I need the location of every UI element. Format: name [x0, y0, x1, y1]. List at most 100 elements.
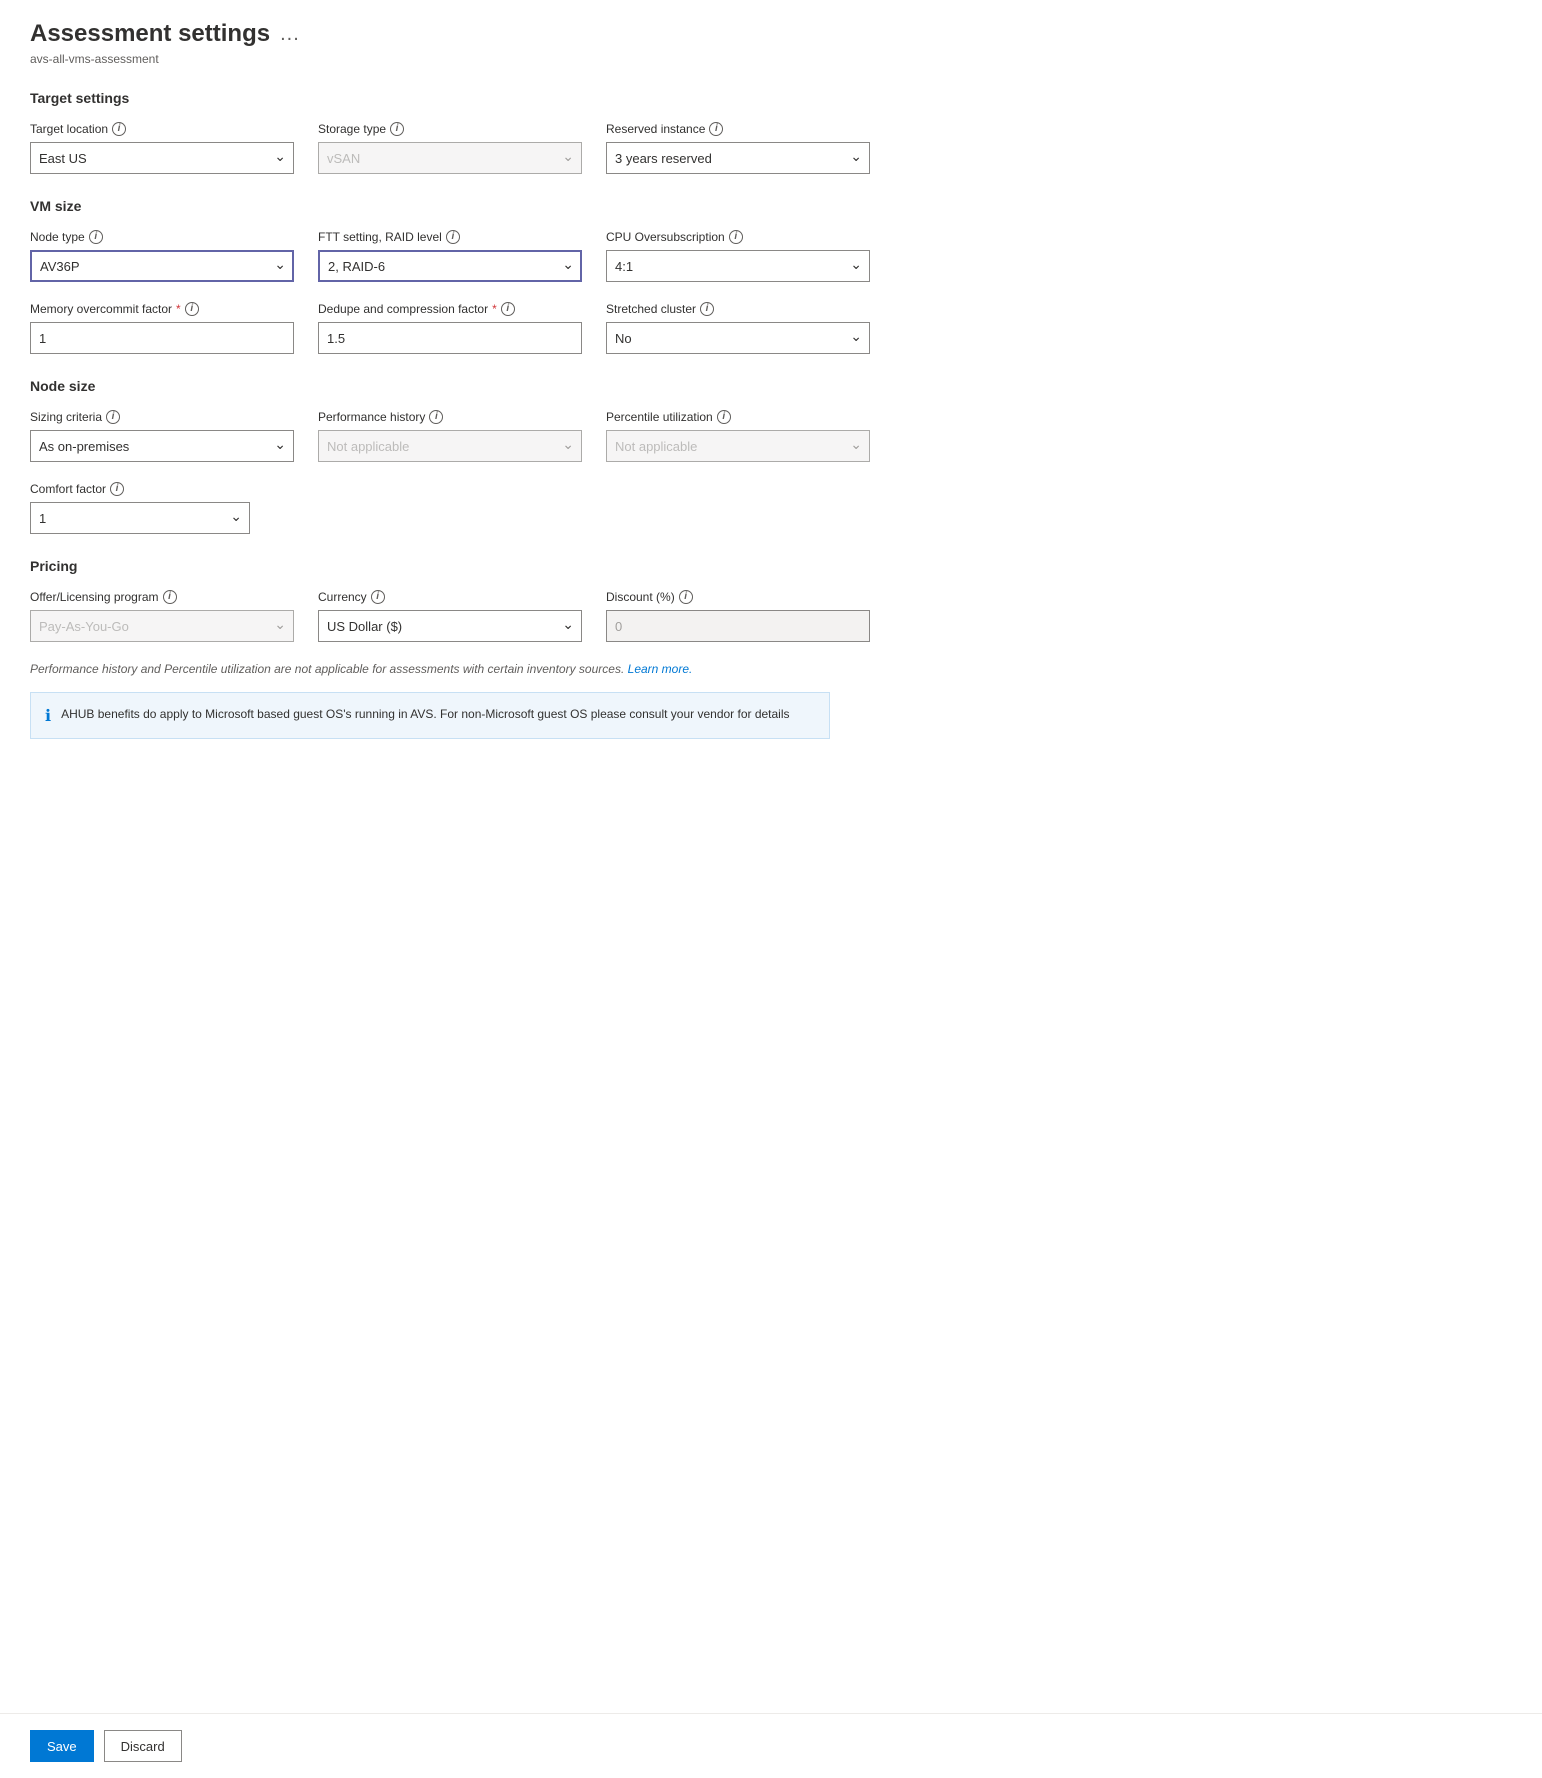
info-banner: ℹ AHUB benefits do apply to Microsoft ba… [30, 692, 830, 739]
info-icon-performance-history[interactable]: i [429, 410, 443, 424]
info-icon-percentile-utilization[interactable]: i [717, 410, 731, 424]
pricing-row: Offer/Licensing program i Pay-As-You-Go … [30, 590, 870, 642]
form-group-offer-licensing: Offer/Licensing program i Pay-As-You-Go [30, 590, 294, 642]
select-performance-history: Not applicable [318, 430, 582, 462]
label-target-location: Target location i [30, 122, 294, 136]
select-percentile-utilization: Not applicable [606, 430, 870, 462]
form-group-performance-history: Performance history i Not applicable [318, 410, 582, 462]
select-ftt-setting[interactable]: 1, RAID-1 1, RAID-5 2, RAID-1 2, RAID-6 [318, 250, 582, 282]
form-group-reserved-instance: Reserved instance i None 1 year reserved… [606, 122, 870, 174]
info-banner-icon: ℹ [45, 706, 51, 726]
form-group-node-type: Node type i AV36P AV36 AV52 [30, 230, 294, 282]
select-stretched-cluster[interactable]: No Yes [606, 322, 870, 354]
node-size-row1: Sizing criteria i As on-premises Perform… [30, 410, 870, 462]
discount-input [606, 610, 870, 642]
label-currency: Currency i [318, 590, 582, 604]
info-banner-text: AHUB benefits do apply to Microsoft base… [61, 705, 789, 723]
page-subtitle: avs-all-vms-assessment [30, 52, 870, 66]
info-icon-discount[interactable]: i [679, 590, 693, 604]
info-icon-cpu-oversubscription[interactable]: i [729, 230, 743, 244]
info-icon-node-type[interactable]: i [89, 230, 103, 244]
label-reserved-instance: Reserved instance i [606, 122, 870, 136]
reserved-instance-select[interactable]: None 1 year reserved 3 years reserved [606, 142, 870, 174]
form-group-stretched-cluster: Stretched cluster i No Yes [606, 302, 870, 354]
select-comfort-factor[interactable]: 1 1.1 1.2 1.3 1.5 2 [30, 502, 250, 534]
select-sizing-criteria[interactable]: As on-premises Performance-based [30, 430, 294, 462]
cpu-oversubscription-select[interactable]: 2:1 4:1 6:1 8:1 [606, 250, 870, 282]
more-options-icon[interactable]: ... [280, 23, 300, 46]
section-node-size: Node size [30, 378, 870, 394]
stretched-cluster-select[interactable]: No Yes [606, 322, 870, 354]
required-star-dedupe: * [492, 302, 497, 316]
form-group-spacer2 [584, 482, 870, 534]
section-pricing: Pricing [30, 558, 870, 574]
percentile-utilization-select: Not applicable [606, 430, 870, 462]
info-icon-stretched-cluster[interactable]: i [700, 302, 714, 316]
learn-more-link[interactable]: Learn more. [628, 662, 693, 676]
info-icon-sizing-criteria[interactable]: i [106, 410, 120, 424]
currency-select[interactable]: US Dollar ($) Euro (€) British Pound (£) [318, 610, 582, 642]
label-cpu-oversubscription: CPU Oversubscription i [606, 230, 870, 244]
form-group-storage-type: Storage type i vSAN [318, 122, 582, 174]
info-icon-reserved-instance[interactable]: i [709, 122, 723, 136]
form-group-spacer [274, 482, 560, 534]
section-vm-size: VM size [30, 198, 870, 214]
label-node-type: Node type i [30, 230, 294, 244]
comfort-factor-select[interactable]: 1 1.1 1.2 1.3 1.5 2 [30, 502, 250, 534]
label-offer-licensing: Offer/Licensing program i [30, 590, 294, 604]
info-icon-ftt-setting[interactable]: i [446, 230, 460, 244]
label-comfort-factor: Comfort factor i [30, 482, 250, 496]
label-percentile-utilization: Percentile utilization i [606, 410, 870, 424]
select-storage-type: vSAN [318, 142, 582, 174]
form-group-ftt-setting: FTT setting, RAID level i 1, RAID-1 1, R… [318, 230, 582, 282]
info-icon-comfort-factor[interactable]: i [110, 482, 124, 496]
form-group-sizing-criteria: Sizing criteria i As on-premises Perform… [30, 410, 294, 462]
required-star-memory: * [176, 302, 181, 316]
target-settings-row: Target location i East US East US 2 West… [30, 122, 870, 174]
label-storage-type: Storage type i [318, 122, 582, 136]
info-icon-dedupe-compression[interactable]: i [501, 302, 515, 316]
label-performance-history: Performance history i [318, 410, 582, 424]
select-target-location[interactable]: East US East US 2 West US West US 2 [30, 142, 294, 174]
node-size-row2: Comfort factor i 1 1.1 1.2 1.3 1.5 2 [30, 482, 870, 534]
info-icon-currency[interactable]: i [371, 590, 385, 604]
select-node-type[interactable]: AV36P AV36 AV52 [30, 250, 294, 282]
label-stretched-cluster: Stretched cluster i [606, 302, 870, 316]
form-group-memory-overcommit: Memory overcommit factor * i [30, 302, 294, 354]
section-target-settings: Target settings [30, 90, 870, 106]
node-type-select[interactable]: AV36P AV36 AV52 [30, 250, 294, 282]
label-memory-overcommit: Memory overcommit factor * i [30, 302, 294, 316]
label-discount: Discount (%) i [606, 590, 870, 604]
select-reserved-instance[interactable]: None 1 year reserved 3 years reserved [606, 142, 870, 174]
save-button[interactable]: Save [30, 1730, 94, 1762]
memory-overcommit-input[interactable] [30, 322, 294, 354]
offer-licensing-select: Pay-As-You-Go [30, 610, 294, 642]
sizing-criteria-select[interactable]: As on-premises Performance-based [30, 430, 294, 462]
dedupe-compression-input[interactable] [318, 322, 582, 354]
ftt-setting-select[interactable]: 1, RAID-1 1, RAID-5 2, RAID-1 2, RAID-6 [318, 250, 582, 282]
form-group-dedupe-compression: Dedupe and compression factor * i [318, 302, 582, 354]
vm-size-row1: Node type i AV36P AV36 AV52 FTT setting,… [30, 230, 870, 282]
form-group-cpu-oversubscription: CPU Oversubscription i 2:1 4:1 6:1 8:1 [606, 230, 870, 282]
select-offer-licensing: Pay-As-You-Go [30, 610, 294, 642]
footer: Save Discard [0, 1713, 1542, 1778]
select-cpu-oversubscription[interactable]: 2:1 4:1 6:1 8:1 [606, 250, 870, 282]
target-location-select[interactable]: East US East US 2 West US West US 2 [30, 142, 294, 174]
storage-type-select: vSAN [318, 142, 582, 174]
footnote-text: Performance history and Percentile utili… [30, 662, 810, 676]
label-ftt-setting: FTT setting, RAID level i [318, 230, 582, 244]
label-sizing-criteria: Sizing criteria i [30, 410, 294, 424]
form-group-currency: Currency i US Dollar ($) Euro (€) Britis… [318, 590, 582, 642]
label-dedupe-compression: Dedupe and compression factor * i [318, 302, 582, 316]
info-icon-offer-licensing[interactable]: i [163, 590, 177, 604]
info-icon-storage-type[interactable]: i [390, 122, 404, 136]
form-group-comfort-factor: Comfort factor i 1 1.1 1.2 1.3 1.5 2 [30, 482, 250, 534]
performance-history-select: Not applicable [318, 430, 582, 462]
form-group-percentile-utilization: Percentile utilization i Not applicable [606, 410, 870, 462]
select-currency[interactable]: US Dollar ($) Euro (€) British Pound (£) [318, 610, 582, 642]
info-icon-target-location[interactable]: i [112, 122, 126, 136]
form-group-discount: Discount (%) i [606, 590, 870, 642]
discard-button[interactable]: Discard [104, 1730, 182, 1762]
vm-size-row2: Memory overcommit factor * i Dedupe and … [30, 302, 870, 354]
info-icon-memory-overcommit[interactable]: i [185, 302, 199, 316]
